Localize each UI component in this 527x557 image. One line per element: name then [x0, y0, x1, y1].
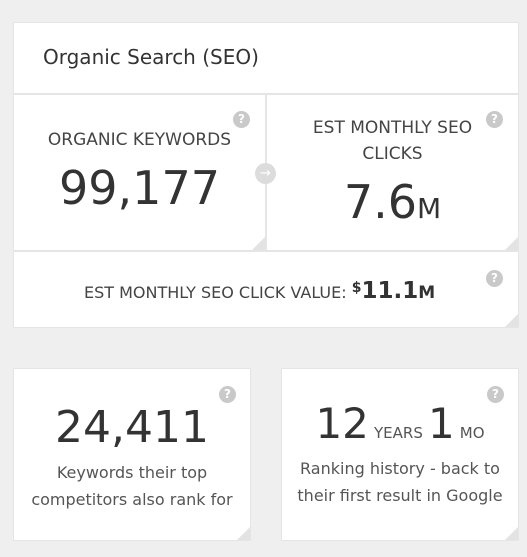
- organic-keywords-value: 99,177: [59, 161, 220, 215]
- click-value-unit: M: [418, 283, 436, 303]
- corner-fold: [505, 237, 518, 250]
- competitor-keywords-description: Keywords their top competitors also rank…: [31, 463, 233, 509]
- section-title: Organic Search (SEO): [43, 45, 259, 69]
- monthly-clicks-unit: M: [416, 192, 442, 225]
- monthly-clicks-card: ? EST MONTHLY SEO CLICKS 7.6M: [266, 94, 519, 251]
- ranking-years-unit: YEARS: [374, 424, 423, 442]
- help-icon[interactable]: ?: [233, 111, 250, 128]
- seo-header-card: Organic Search (SEO): [13, 22, 519, 94]
- ranking-months-unit: MO: [459, 424, 485, 442]
- organic-keywords-label: ORGANIC KEYWORDS: [47, 130, 232, 150]
- monthly-clicks-number: 7.6: [343, 175, 417, 229]
- click-value-row: EST MONTHLY SEO CLICK VALUE: $11.1M: [84, 278, 435, 304]
- corner-fold: [505, 314, 518, 327]
- ranking-history-value: 12 YEARS 1 MO: [282, 399, 518, 448]
- competitor-keywords-value: 24,411: [55, 402, 209, 453]
- organic-keywords-card: ? ORGANIC KEYWORDS 99,177: [13, 94, 266, 251]
- ranking-history-card: ? 12 YEARS 1 MO Ranking history - back t…: [281, 368, 519, 541]
- monthly-clicks-value: 7.6M: [267, 175, 518, 229]
- ranking-history-description: Ranking history - back to their first re…: [297, 459, 503, 505]
- arrow-right-icon: →: [255, 163, 276, 184]
- help-icon[interactable]: ?: [486, 270, 503, 287]
- click-value-label: EST MONTHLY SEO CLICK VALUE:: [84, 283, 347, 302]
- monthly-clicks-label: EST MONTHLY SEO CLICKS: [312, 118, 473, 164]
- click-value-number: 11.1: [361, 278, 419, 304]
- corner-fold: [252, 237, 265, 250]
- corner-fold: [237, 527, 250, 540]
- ranking-months: 1: [427, 399, 455, 448]
- corner-fold: [505, 527, 518, 540]
- ranking-years: 12: [315, 399, 369, 448]
- help-icon[interactable]: ?: [486, 111, 503, 128]
- click-value-card: ? EST MONTHLY SEO CLICK VALUE: $11.1M: [13, 251, 519, 328]
- competitor-keywords-card: ? 24,411 Keywords their top competitors …: [13, 368, 251, 541]
- help-icon[interactable]: ?: [219, 386, 236, 403]
